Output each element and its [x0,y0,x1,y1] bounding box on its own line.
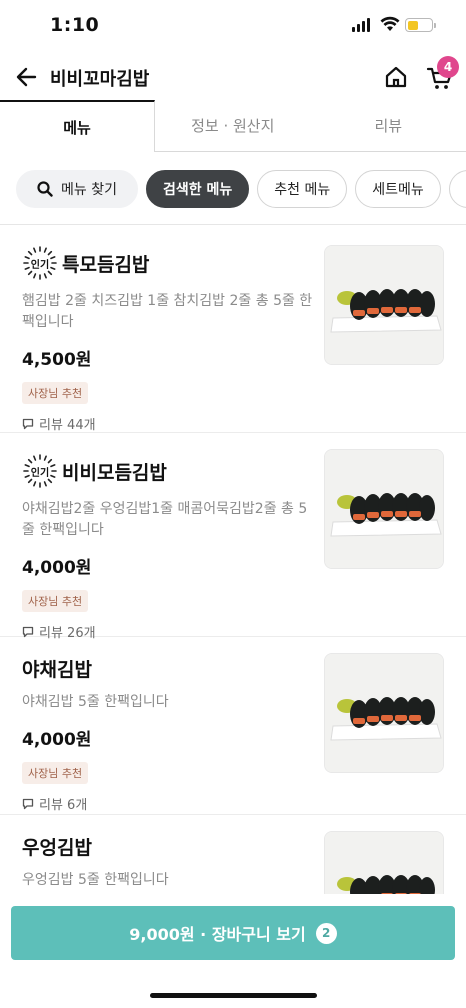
menu-item-photo[interactable] [324,449,444,569]
chip-recommended[interactable]: 추천 메뉴 [257,170,348,208]
menu-item-info: 야채김밥 야채김밥 5줄 한팩입니다 4,000원 사장님 추천 리뷰 6개 [22,655,318,813]
menu-item-description: 우엉김밥 5줄 한팩입니다 [22,872,169,888]
menu-item-info: 우엉김밥 우엉김밥 5줄 한팩입니다 [22,833,318,891]
kimbap-photo-icon [325,450,443,568]
status-time: 1:10 [50,14,100,36]
comment-icon [22,418,34,429]
menu-filter-chips: 메뉴 찾기 검색한 메뉴 추천 메뉴 세트메뉴 비비 [16,170,466,210]
shop-title: 비비꼬마김밥 [50,69,150,90]
menu-item-name: 야채김밥 [22,659,92,681]
review-count-label: 리뷰 44개 [39,418,96,433]
menu-list: 인기 특모듬김밥 햄김밥 2줄 치즈김밥 1줄 참치김밥 2줄 총 5줄 한팩입… [0,225,466,955]
menu-search-button[interactable]: 메뉴 찾기 [16,170,138,208]
popular-badge-icon: 인기 [22,453,58,489]
cart-count-badge: 4 [437,56,459,78]
search-icon [37,181,53,197]
view-cart-button[interactable]: 9,000원 · 장바구니 보기 2 [11,906,455,960]
tab-bar: 메뉴 정보 · 원산지 리뷰 [0,100,466,152]
comment-icon [22,798,34,809]
menu-item-price: 4,000원 [22,558,92,578]
menu-item-name: 우엉김밥 [22,837,92,859]
home-icon[interactable] [383,64,409,90]
app-header: 비비꼬마김밥 [0,52,466,102]
menu-item-name: 비비모듬김밥 [62,461,167,484]
review-count-label: 리뷰 6개 [39,798,88,813]
menu-item-description: 야채김밥2줄 우엉김밥1줄 매콤어묵김밥2줄 총 5줄 한팩입니다 [22,501,308,538]
signal-icon [352,18,370,32]
menu-item-name: 특모듬김밥 [62,253,150,276]
menu-item-price: 4,000원 [22,730,92,750]
menu-item[interactable]: 인기 특모듬김밥 햄김밥 2줄 치즈김밥 1줄 참치김밥 2줄 총 5줄 한팩입… [0,225,466,433]
menu-item-description: 야채김밥 5줄 한팩입니다 [22,694,169,710]
menu-item[interactable]: 야채김밥 야채김밥 5줄 한팩입니다 4,000원 사장님 추천 리뷰 6개 [0,637,466,815]
review-count: 리뷰 44개 [22,414,318,433]
home-indicator [150,993,317,998]
chip-set-menu[interactable]: 세트메뉴 [355,170,441,208]
cart-item-count: 2 [315,922,337,944]
owner-recommend-tag: 사장님 추천 [22,762,89,784]
battery-icon [405,18,436,32]
menu-search-label: 메뉴 찾기 [61,182,117,198]
menu-item-info: 인기 특모듬김밥 햄김밥 2줄 치즈김밥 1줄 참치김밥 2줄 총 5줄 한팩입… [22,245,318,433]
back-arrow-icon[interactable] [14,64,40,90]
tab-info[interactable]: 정보 · 원산지 [155,100,311,152]
wifi-icon [380,16,400,31]
chip-searched-menu[interactable]: 검색한 메뉴 [145,170,250,208]
popular-badge-icon: 인기 [22,245,58,281]
chip-bibi[interactable]: 비비 [448,170,466,208]
tab-reviews[interactable]: 리뷰 [310,100,466,152]
comment-icon [22,626,34,637]
menu-item-photo[interactable] [324,653,444,773]
kimbap-photo-icon [325,246,443,364]
menu-item-photo[interactable] [324,245,444,365]
view-cart-label: 9,000원 · 장바구니 보기 [129,925,306,944]
owner-recommend-tag: 사장님 추천 [22,590,89,612]
popular-badge-label: 인기 [30,468,50,479]
owner-recommend-tag: 사장님 추천 [22,382,89,404]
menu-item-price: 4,500원 [22,350,92,370]
menu-item[interactable]: 인기 비비모듬김밥 야채김밥2줄 우엉김밥1줄 매콤어묵김밥2줄 총 5줄 한팩… [0,433,466,641]
kimbap-photo-icon [325,654,443,772]
tab-menu[interactable]: 메뉴 [0,100,155,152]
menu-item-description: 햄김밥 2줄 치즈김밥 1줄 참치김밥 2줄 총 5줄 한팩입니다 [22,293,313,330]
popular-badge-label: 인기 [30,260,50,271]
menu-item-info: 인기 비비모듬김밥 야채김밥2줄 우엉김밥1줄 매콤어묵김밥2줄 총 5줄 한팩… [22,453,318,641]
review-count: 리뷰 6개 [22,794,318,813]
status-bar: 1:10 [0,0,466,52]
